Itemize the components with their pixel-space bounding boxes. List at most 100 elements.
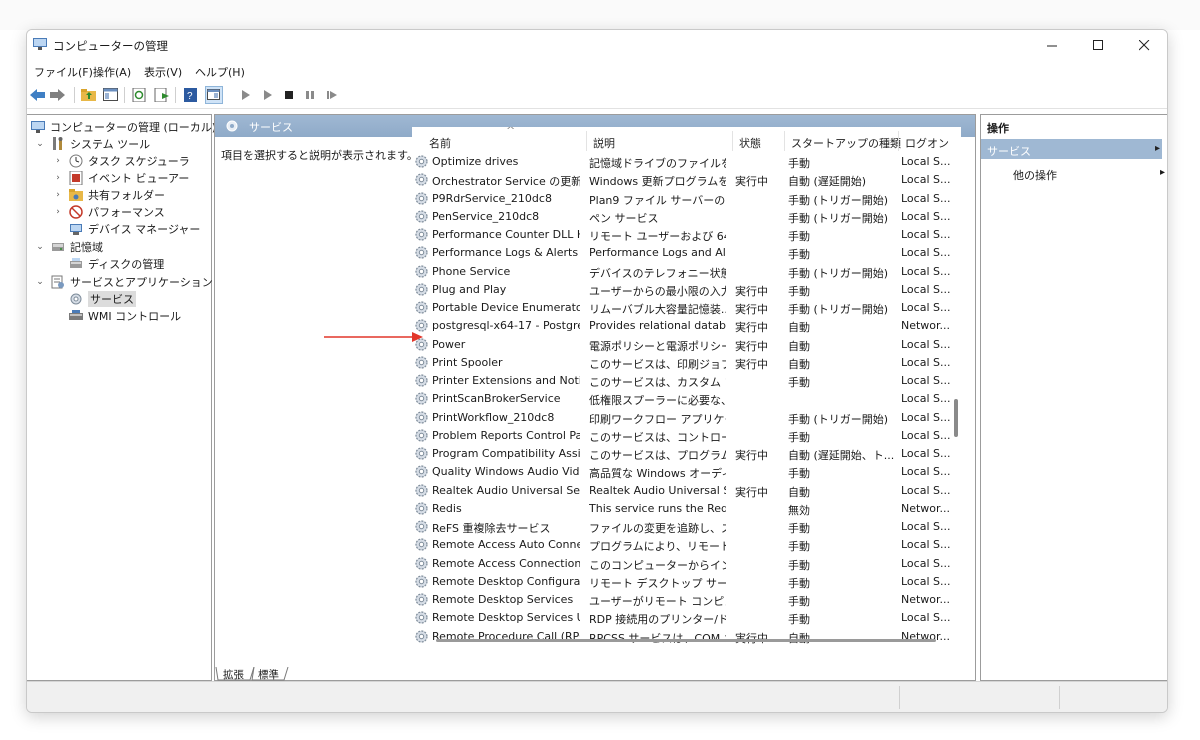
table-row[interactable]: Remote Desktop Services Us... RDP 接続用のプリン… <box>412 609 952 627</box>
table-row[interactable]: PrintScanBrokerService 低権限スプーラーに必要な、... Lo… <box>412 390 952 408</box>
table-row[interactable]: Performance Counter DLL H... リモート ユーザーおよび… <box>412 226 952 244</box>
table-row[interactable]: PrintWorkflow_210dc8 印刷ワークフロー アプリケーシ... 手動… <box>412 409 952 427</box>
chevron-down-icon[interactable]: ⌄ <box>35 277 45 287</box>
table-row[interactable]: Redis This service runs the Redi... 無効 Netw… <box>412 500 952 518</box>
service-startup-type: 手動 (トリガー開始) <box>788 211 889 225</box>
menu-action[interactable]: 操作(A) <box>93 64 131 80</box>
column-header-startup-type[interactable]: スタートアップの種類 <box>791 135 901 151</box>
show-action-pane-button[interactable] <box>205 86 223 104</box>
help-button[interactable]: ? <box>182 86 200 104</box>
actions-section-services[interactable]: サービス ▸ <box>981 139 1162 159</box>
table-row[interactable]: Plug and Play ユーザーからの最小限の入力... 実行中 手動 Local … <box>412 281 952 299</box>
more-actions-item[interactable]: 他の操作 <box>1013 167 1057 183</box>
back-button[interactable] <box>29 86 47 104</box>
column-divider[interactable] <box>732 131 733 151</box>
table-row[interactable]: Printer Extensions and Notifi... このサービスは、… <box>412 372 952 390</box>
column-divider[interactable] <box>898 131 899 151</box>
maximize-button[interactable] <box>1075 30 1121 60</box>
chevron-down-icon[interactable]: ⌄ <box>35 139 45 149</box>
tree-item-services-and-applications[interactable]: ⌄ サービスとアプリケーション <box>35 273 213 290</box>
tree-item-label: デバイス マネージャー <box>88 222 201 236</box>
up-level-button[interactable] <box>80 86 98 104</box>
tree-item-storage[interactable]: ⌄ 記憶域 <box>35 238 103 255</box>
table-row[interactable]: Orchestrator Service の更新 Windows 更新プログラムを… <box>412 171 952 189</box>
horizontal-scroll-thumb[interactable] <box>436 639 936 642</box>
table-row[interactable]: Portable Device Enumerator ... リムーバブル大容量記… <box>412 299 952 317</box>
tree-item-task-scheduler[interactable]: › タスク スケジューラ <box>53 152 190 169</box>
status-separator <box>1059 686 1060 709</box>
desktop-background <box>0 0 1200 30</box>
service-startup-type: 手動 <box>788 522 810 535</box>
service-logon: Local S... <box>901 228 951 241</box>
column-header-description[interactable]: 説明 <box>593 135 615 151</box>
forward-button[interactable] <box>49 86 67 104</box>
table-row[interactable]: Optimize drives 記憶域ドライブのファイルを... 手動 Local S… <box>412 153 952 171</box>
table-row[interactable]: Performance Logs & Alerts Performance Log… <box>412 244 952 262</box>
stop-service-button[interactable] <box>280 86 298 104</box>
tree-item-performance[interactable]: › パフォーマンス <box>53 203 165 220</box>
chevron-right-icon[interactable]: › <box>53 173 63 183</box>
tree-item-wmi-control[interactable]: WMI コントロール <box>69 307 181 324</box>
table-row[interactable]: P9RdrService_210dc8 Plan9 ファイル サーバーのトリ...… <box>412 190 952 208</box>
table-row[interactable]: Remote Procedure Call (RPC) RPCSS サービスは、C… <box>412 628 952 646</box>
table-row[interactable]: Remote Desktop Services ユーザーがリモート コンピュータ.… <box>412 591 952 609</box>
column-header-name[interactable]: 名前 <box>429 135 451 151</box>
show-hide-console-tree-button[interactable] <box>102 86 120 104</box>
shared-folder-icon <box>69 188 83 202</box>
table-row[interactable]: Print Spooler このサービスは、印刷ジョブを... 実行中 自動 Local… <box>412 354 952 372</box>
tree-item-services[interactable]: サービス <box>69 290 136 307</box>
table-row[interactable]: Problem Reports Control Pa... このサービスは、コント… <box>412 427 952 445</box>
menu-file[interactable]: ファイル(F) <box>34 64 93 80</box>
refresh-button[interactable] <box>131 86 149 104</box>
menu-help[interactable]: ヘルプ(H) <box>195 64 245 80</box>
menu-view[interactable]: 表示(V) <box>144 64 182 80</box>
tree-item-device-manager[interactable]: デバイス マネージャー <box>69 220 200 237</box>
column-divider[interactable] <box>784 131 785 151</box>
table-row[interactable]: Remote Access Auto Connec... プログラムにより、リモー… <box>412 536 952 554</box>
tree-item-system-tools[interactable]: ⌄ システム ツール <box>35 135 150 152</box>
minimize-button[interactable] <box>1029 30 1075 60</box>
chevron-right-icon[interactable]: › <box>53 156 63 166</box>
service-description: ファイルの変更を追跡し、ス... <box>589 522 726 535</box>
tree-item-disk-management[interactable]: ディスクの管理 <box>69 255 164 272</box>
back-arrow-icon <box>30 89 45 101</box>
column-divider[interactable] <box>586 131 587 151</box>
tree-item-computer-management[interactable]: コンピューターの管理 (ローカル) <box>31 118 216 135</box>
close-button[interactable] <box>1121 30 1167 60</box>
table-row[interactable]: Remote Access Connection ... このコンピューターからイ… <box>412 555 952 573</box>
tree-item-shared-folders[interactable]: › 共有フォルダー <box>53 186 165 203</box>
chevron-right-icon[interactable]: › <box>53 190 63 200</box>
tree-item-label: WMI コントロール <box>88 309 182 323</box>
table-row[interactable]: ReFS 重複除去サービス ファイルの変更を追跡し、ス... 手動 Local S..… <box>412 518 952 536</box>
tab-standard[interactable]: 標準 <box>254 667 283 682</box>
table-row[interactable]: Program Compatibility Assis... このサービスは、プロ… <box>412 445 952 463</box>
table-row[interactable]: Remote Desktop Configurati... リモート デスクトップ… <box>412 573 952 591</box>
table-row[interactable]: Quality Windows Audio Vid... 高品質な Windows… <box>412 463 952 481</box>
tab-extended[interactable]: 拡張 <box>219 667 248 682</box>
tree-item-event-viewer[interactable]: › イベント ビューアー <box>53 169 189 186</box>
column-header-status[interactable]: 状態 <box>739 135 761 151</box>
service-logon: Local S... <box>901 264 951 278</box>
collapse-arrow-icon[interactable]: ▸ <box>1155 143 1160 154</box>
submenu-arrow-icon[interactable]: ▸ <box>1160 167 1165 178</box>
chevron-right-icon[interactable]: › <box>53 207 63 217</box>
restart-service-button[interactable] <box>323 86 341 104</box>
start-service-2-button[interactable] <box>259 86 277 104</box>
column-header-logon[interactable]: ログオン <box>905 135 949 151</box>
table-row[interactable]: PenService_210dc8 ペン サービス 手動 (トリガー開始) Local… <box>412 208 952 226</box>
table-row[interactable]: Realtek Audio Universal Serv... Realtek A… <box>412 482 952 500</box>
table-row[interactable]: postgresql-x64-17 - Postgre... Provides r… <box>412 317 952 335</box>
vertical-scrollbar[interactable] <box>951 153 961 661</box>
service-startup-type: 手動 <box>788 248 810 262</box>
chevron-down-icon[interactable]: ⌄ <box>35 242 45 252</box>
tree-item-label: サービスとアプリケーション <box>70 275 213 289</box>
export-list-button[interactable] <box>153 86 171 104</box>
table-row[interactable]: Phone Service デバイスのテレフォニー状態を... 手動 (トリガー開始… <box>412 263 952 281</box>
service-description: 低権限スプーラーに必要な、... <box>589 394 726 408</box>
title-bar: コンピューターの管理 <box>27 30 1167 60</box>
sort-ascending-indicator: ^ <box>506 127 516 137</box>
vertical-scroll-thumb[interactable] <box>954 399 958 437</box>
start-service-button[interactable] <box>237 86 255 104</box>
table-row[interactable]: Power 電源ポリシーと電源ポリシー... 実行中 自動 Local S... <box>412 336 952 354</box>
pause-service-button[interactable] <box>301 86 319 104</box>
